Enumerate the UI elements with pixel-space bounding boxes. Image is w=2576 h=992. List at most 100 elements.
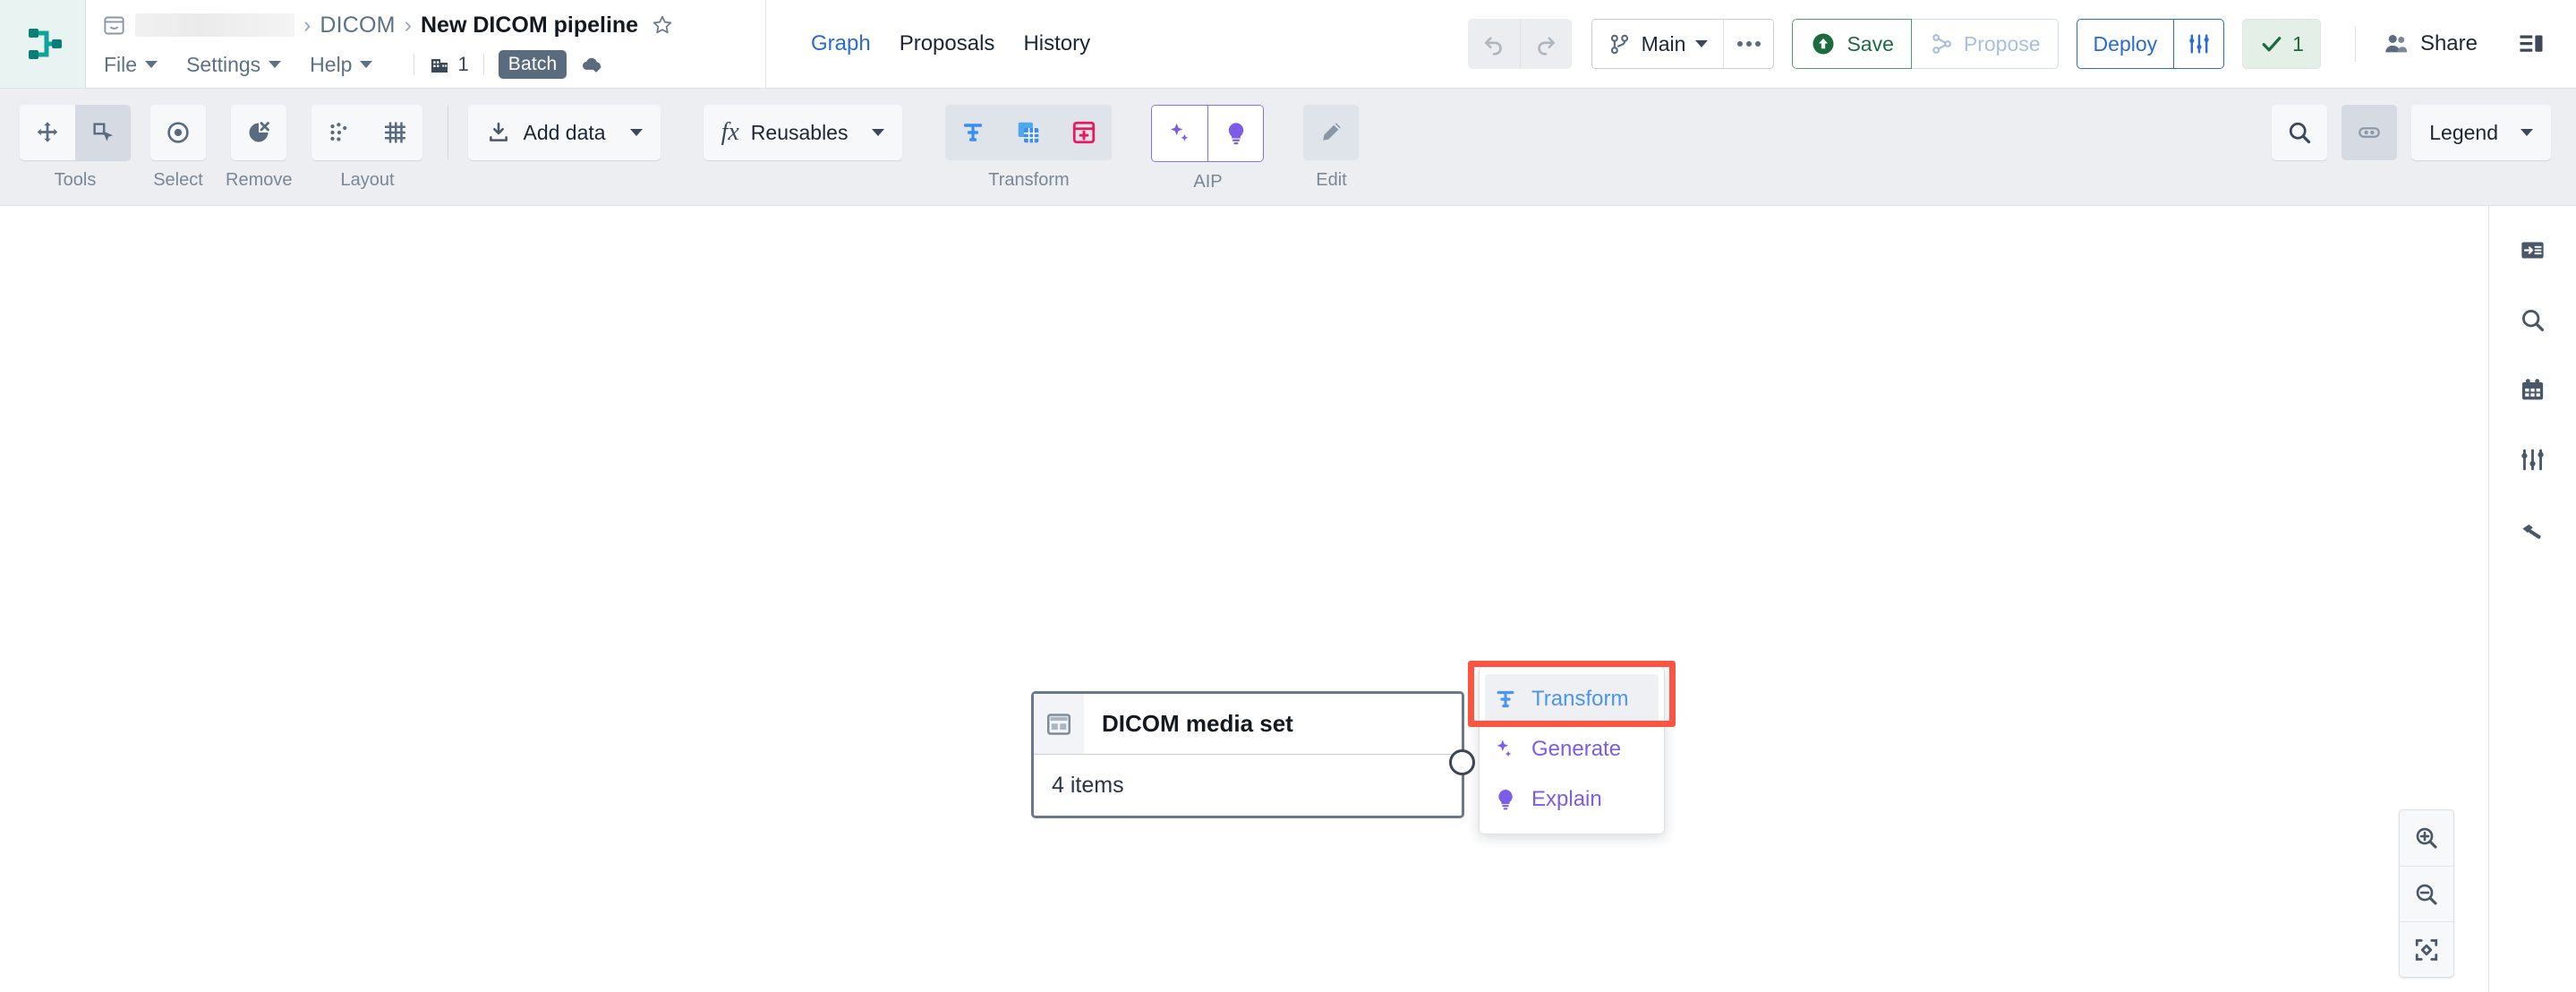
- dataset-table-icon: [1034, 694, 1084, 754]
- build-indicator[interactable]: 1: [429, 53, 469, 76]
- propose-button[interactable]: Propose: [1911, 19, 2059, 69]
- panel-toggle-button[interactable]: [2506, 19, 2556, 69]
- toolbar-group-select: Select: [150, 105, 206, 191]
- context-menu-item-explain[interactable]: Explain: [1480, 774, 1664, 825]
- propose-label: Propose: [1963, 31, 2041, 56]
- menu-bar: File Settings Help 1 Batch: [102, 46, 749, 83]
- build-count: 1: [457, 53, 469, 75]
- rail-item-sliders[interactable]: [2505, 432, 2561, 487]
- branch-group: Main: [1591, 19, 1775, 69]
- batch-badge[interactable]: Batch: [498, 50, 567, 79]
- zoom-out-icon: [2413, 881, 2440, 908]
- output-port-handle[interactable]: [1449, 749, 1475, 775]
- status-badge[interactable]: 1: [2242, 19, 2321, 69]
- add-column-button[interactable]: [1056, 105, 1112, 160]
- marquee-select-tool-button[interactable]: [75, 105, 131, 160]
- tab-proposals[interactable]: Proposals: [885, 0, 1010, 88]
- cloud-check-icon[interactable]: [579, 52, 604, 77]
- rail-item-calendar[interactable]: [2505, 362, 2561, 417]
- select-button[interactable]: [150, 105, 206, 160]
- zoom-in-icon: [2413, 825, 2440, 851]
- target-circle-icon: [165, 119, 192, 146]
- tab-history[interactable]: History: [1009, 0, 1105, 88]
- application-window: › DICOM › New DICOM pipeline File Settin…: [0, 0, 2576, 992]
- scatter-layout-button[interactable]: [311, 105, 368, 160]
- generate-button[interactable]: [1152, 106, 1208, 161]
- menu-settings-label: Settings: [186, 52, 261, 76]
- context-menu-label-generate: Generate: [1531, 737, 1622, 761]
- duplicate-table-icon: [1015, 119, 1042, 146]
- branch-selector[interactable]: Main: [1592, 20, 1724, 68]
- graph-search-button[interactable]: [2272, 105, 2328, 160]
- save-button[interactable]: Save: [1792, 19, 1912, 69]
- grid-layout-button[interactable]: [367, 105, 423, 160]
- deploy-settings-button[interactable]: [2173, 20, 2223, 68]
- deploy-button[interactable]: Deploy: [2077, 20, 2174, 68]
- remove-button[interactable]: [231, 105, 287, 160]
- chevron-down-icon: [1695, 40, 1709, 47]
- graph-canvas[interactable]: DICOM media set 4 items Transform Genera…: [0, 206, 2488, 992]
- toolbar-group-remove: Remove: [226, 105, 292, 191]
- save-upload-icon: [1810, 30, 1837, 57]
- sparkles-icon: [1166, 120, 1193, 147]
- rail-item-input-panel[interactable]: [2505, 222, 2561, 278]
- star-outline-icon[interactable]: [651, 13, 674, 37]
- divider: [2354, 26, 2356, 62]
- undo-button[interactable]: [1468, 19, 1520, 69]
- breadcrumb: › DICOM › New DICOM pipeline: [102, 4, 749, 46]
- aip-button-pair: [1151, 105, 1265, 162]
- tab-graph[interactable]: Graph: [797, 0, 885, 88]
- view-tabs: Graph Proposals History: [766, 0, 1122, 88]
- check-count: 1: [2292, 31, 2304, 56]
- breadcrumb-separator: ›: [404, 12, 412, 38]
- menu-help[interactable]: Help: [308, 49, 385, 81]
- menu-settings[interactable]: Settings: [184, 49, 294, 81]
- top-bar: › DICOM › New DICOM pipeline File Settin…: [0, 0, 2576, 88]
- graph-node-dicom-media-set[interactable]: DICOM media set 4 items: [1031, 691, 1464, 818]
- redo-icon: [1532, 30, 1559, 57]
- save-propose-group: Save Propose: [1792, 19, 2059, 69]
- graph-toolbar: Tools Select Remove Layout Add data fx R…: [0, 88, 2576, 206]
- legend-label: Legend: [2429, 120, 2498, 144]
- zoom-in-button[interactable]: [2400, 810, 2453, 866]
- menu-file[interactable]: File: [102, 49, 170, 81]
- rail-item-search[interactable]: [2505, 292, 2561, 347]
- breadcrumb-redacted-segment[interactable]: [135, 13, 294, 37]
- duplicate-table-button[interactable]: [1001, 105, 1056, 160]
- aip-group-label: AIP: [1193, 172, 1223, 192]
- node-title: DICOM media set: [1102, 710, 1293, 737]
- reusables-group: fx Reusables: [703, 105, 903, 160]
- sliders-icon: [2519, 446, 2546, 474]
- transform-button[interactable]: [945, 105, 1001, 160]
- menu-help-label: Help: [310, 52, 353, 76]
- legend-button[interactable]: Legend: [2411, 105, 2551, 160]
- redo-button[interactable]: [1519, 19, 1572, 69]
- context-menu-label-transform: Transform: [1531, 687, 1629, 711]
- panel-layout-icon: [2518, 30, 2545, 57]
- fit-to-screen-button[interactable]: [2400, 921, 2453, 977]
- page-title: New DICOM pipeline: [420, 12, 639, 38]
- context-menu-item-transform[interactable]: Transform: [1485, 674, 1659, 724]
- explain-button[interactable]: [1207, 106, 1264, 161]
- context-menu-item-generate[interactable]: Generate: [1480, 724, 1664, 774]
- undo-icon: [1480, 30, 1507, 57]
- input-panel-icon: [2519, 236, 2546, 264]
- reusables-button[interactable]: fx Reusables: [703, 105, 903, 160]
- layout-group-label: Layout: [340, 170, 395, 190]
- connection-toggle-button[interactable]: [2341, 105, 2398, 160]
- add-data-group: Add data: [468, 105, 661, 160]
- add-data-button[interactable]: Add data: [468, 105, 661, 160]
- share-label: Share: [2419, 31, 2478, 56]
- branch-more-button[interactable]: [1723, 20, 1773, 68]
- share-button[interactable]: Share: [2374, 19, 2486, 69]
- edit-button[interactable]: [1303, 105, 1360, 160]
- save-label: Save: [1847, 31, 1894, 56]
- app-logo[interactable]: [0, 0, 86, 88]
- fit-to-screen-icon: [2413, 936, 2440, 963]
- transform-button-trio: [945, 105, 1113, 160]
- scatter-dots-icon: [326, 119, 353, 146]
- pan-tool-button[interactable]: [20, 105, 75, 160]
- zoom-out-button[interactable]: [2400, 866, 2453, 921]
- rail-item-tools[interactable]: [2505, 501, 2561, 557]
- breadcrumb-item-dicom[interactable]: DICOM: [320, 13, 395, 38]
